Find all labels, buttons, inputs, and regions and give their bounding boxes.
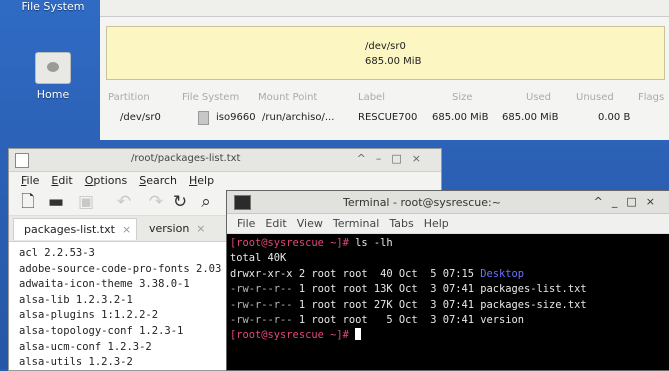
- window-controls: ^_□×: [594, 195, 664, 208]
- terminal-line: -rw-r--r-- 1 root root 5 Oct 3 07:41 ver…: [230, 313, 669, 328]
- terminal-titlebar[interactable]: Terminal - root@sysrescue:~ ^_□×: [227, 191, 669, 214]
- search-icon[interactable]: ⌕: [195, 191, 217, 213]
- home-folder-icon: [35, 52, 71, 84]
- file-info: 1 root root 5 Oct 3 07:41: [292, 314, 481, 327]
- minimize-icon[interactable]: ^: [357, 152, 376, 165]
- close-icon[interactable]: ×: [646, 195, 664, 208]
- menu-edit[interactable]: Edit: [51, 172, 72, 189]
- column-header[interactable]: Used: [526, 92, 551, 103]
- terminal-output[interactable]: [root@sysrescue ~]# ls -lh total 40K drwxr…: [227, 234, 669, 344]
- file-perms: -rw-r--r--: [230, 283, 293, 296]
- file-info: 1 root root 27K Oct 3 07:41: [292, 298, 481, 311]
- filesystem-color-swatch: [198, 111, 209, 125]
- menu-terminal[interactable]: Terminal: [333, 214, 380, 233]
- device-size: 685.00 MiB: [365, 56, 422, 67]
- maximize-icon[interactable]: □: [391, 152, 411, 165]
- save-icon[interactable]: ▣: [75, 191, 97, 213]
- tab-close-icon[interactable]: ×: [196, 222, 205, 235]
- minimize-icon[interactable]: ^: [594, 195, 612, 208]
- column-header[interactable]: Unused: [576, 92, 614, 103]
- tab-label: packages-list.txt: [24, 223, 115, 236]
- window-title: Terminal - root@sysrescue:~: [343, 196, 501, 209]
- file-perms: -rw-r--r--: [230, 298, 293, 311]
- file-name: packages-size.txt: [480, 298, 587, 311]
- app-icon: [15, 153, 29, 168]
- cell-size: 685.00 MiB: [432, 112, 489, 123]
- cell-used: 685.00 MiB: [502, 112, 559, 123]
- file-name: packages-list.txt: [480, 283, 587, 296]
- column-header[interactable]: Partition: [108, 92, 150, 103]
- shell-prompt: [root@sysrescue ~]#: [230, 237, 356, 249]
- editor-menubar: File Edit Options Search Help: [9, 172, 441, 189]
- desktop-icon-home[interactable]: Home: [8, 52, 98, 101]
- desktop-icon-label: Home: [36, 88, 70, 101]
- gparted-toolbar: [100, 0, 669, 17]
- column-header[interactable]: Flags: [638, 92, 664, 103]
- gparted-window: /dev/sr0 685.00 MiB Partition File Syste…: [100, 0, 669, 140]
- column-header[interactable]: Mount Point: [258, 92, 317, 103]
- partition-graph[interactable]: /dev/sr0 685.00 MiB: [106, 26, 665, 80]
- column-header[interactable]: Label: [358, 92, 385, 103]
- file-name: Desktop: [480, 267, 525, 280]
- editor-titlebar[interactable]: /root/packages-list.txt ^–□×: [9, 149, 441, 172]
- terminal-line: drwxr-xr-x 2 root root 40 Oct 5 07:15 De…: [230, 267, 669, 282]
- open-folder-icon[interactable]: ▬: [45, 191, 67, 213]
- terminal-app-icon: [234, 195, 251, 210]
- terminal-cursor: [355, 328, 362, 341]
- menu-file[interactable]: File: [237, 214, 255, 233]
- minimize-dash-icon[interactable]: _: [612, 195, 627, 208]
- new-document-icon[interactable]: 🗋: [17, 191, 39, 213]
- cell-unused: 0.00 B: [598, 112, 631, 123]
- terminal-line: -rw-r--r-- 1 root root 13K Oct 3 07:41 p…: [230, 282, 669, 297]
- terminal-line: [root@sysrescue ~]# ls -lh: [230, 236, 669, 251]
- menu-edit[interactable]: Edit: [265, 214, 286, 233]
- file-perms: drwxr-xr-x: [230, 267, 293, 280]
- terminal-line: -rw-r--r-- 1 root root 27K Oct 3 07:41 p…: [230, 298, 669, 313]
- menu-view[interactable]: View: [297, 214, 323, 233]
- file-name: version: [480, 314, 525, 327]
- file-info: 2 root root 40 Oct 5 07:15: [292, 267, 481, 280]
- menu-options[interactable]: Options: [85, 172, 127, 189]
- tab-close-icon[interactable]: ×: [122, 223, 131, 236]
- terminal-window: Terminal - root@sysrescue:~ ^_□× File Edi…: [226, 190, 669, 371]
- terminal-line: [root@sysrescue ~]#: [230, 328, 669, 343]
- close-icon[interactable]: ×: [412, 152, 431, 165]
- menu-help[interactable]: Help: [424, 214, 449, 233]
- terminal-line: total 40K: [230, 252, 287, 265]
- menu-file[interactable]: File: [21, 172, 39, 189]
- menu-help[interactable]: Help: [189, 172, 214, 189]
- file-perms: -rw-r--r--: [230, 314, 293, 327]
- shell-prompt: [root@sysrescue ~]#: [230, 329, 356, 342]
- terminal-menubar: File Edit View Terminal Tabs Help: [227, 214, 669, 234]
- tab-version[interactable]: version ×: [139, 218, 229, 240]
- file-info: 1 root root 13K Oct 3 07:41: [292, 283, 481, 296]
- undo-icon[interactable]: ↶: [113, 191, 135, 213]
- reload-icon[interactable]: ↻: [169, 191, 191, 213]
- column-header[interactable]: Size: [452, 92, 473, 103]
- cell-filesystem: iso9660: [216, 112, 256, 123]
- menu-tabs[interactable]: Tabs: [389, 214, 413, 233]
- maximize-icon[interactable]: □: [626, 195, 645, 208]
- tab-packages-list[interactable]: packages-list.txt ×: [13, 218, 137, 240]
- column-header[interactable]: File System: [182, 92, 239, 103]
- cell-mount-point: /run/archiso/...: [262, 112, 335, 123]
- window-controls: ^–□×: [357, 152, 431, 165]
- cell-partition: /dev/sr0: [120, 112, 161, 123]
- desktop-icon-file-system[interactable]: File System: [8, 0, 98, 13]
- redo-icon[interactable]: ↷: [145, 191, 167, 213]
- cell-label: RESCUE700: [358, 112, 418, 123]
- partition-graph-label: /dev/sr0 685.00 MiB: [365, 39, 421, 69]
- desktop-icon-label: File System: [21, 0, 85, 13]
- menu-search[interactable]: Search: [139, 172, 177, 189]
- tab-label: version: [149, 222, 190, 235]
- shell-command: ls -lh: [355, 237, 393, 249]
- window-title: /root/packages-list.txt: [131, 153, 241, 164]
- minimize-dash-icon[interactable]: –: [376, 152, 392, 165]
- device-path: /dev/sr0: [365, 41, 406, 52]
